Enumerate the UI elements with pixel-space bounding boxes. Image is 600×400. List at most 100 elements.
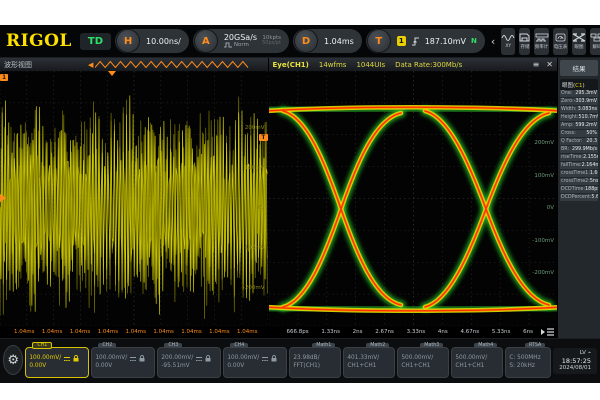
- measurement-row: Cross:50%: [560, 130, 598, 137]
- results-tab-eye-c1[interactable]: 眼图(C1): [560, 79, 598, 90]
- toolbar-decode-button[interactable]: 解码: [590, 28, 600, 55]
- bottom-status-bar: ⚙ CH1 100.00mV/ 0.00V CH2 100.00mV/ 0.00…: [0, 338, 600, 383]
- toolbar-eye-button[interactable]: 眼图: [572, 28, 586, 55]
- eye-diagram-header[interactable]: Eye(CH1) 14wfms 1044UIs Data Rate:300Mb/…: [269, 58, 557, 71]
- rtsa-name: RTSA: [525, 343, 545, 349]
- acquisition-control[interactable]: A 20GSa/s Norm 10kpts 50ps/pt: [193, 29, 289, 53]
- time-axis-label: 1.04ms: [14, 329, 34, 335]
- waveform-graticule: 200mV 100mV 0V -100mV -200mV 1 T: [0, 71, 268, 326]
- measurement-row: BR:299.9Mb/s: [560, 146, 598, 153]
- math-box[interactable]: Math1 23.98dB/ FFT(CH1): [289, 347, 341, 378]
- waveform-view-window: 波形视图 ◀ 200mV 100mV 0V -100mV -200mV 1 T: [0, 58, 269, 338]
- trigger-level-marker[interactable]: T: [259, 134, 267, 141]
- math-scale: 500.00mV/: [455, 355, 487, 362]
- record-strip: ◀: [88, 60, 250, 69]
- math-name: Math4: [474, 343, 497, 349]
- measurement-row: One:295.3mV: [560, 90, 598, 97]
- math-scale: 23.98dB/: [293, 355, 319, 362]
- window-menu-icon[interactable]: ≡: [533, 60, 540, 69]
- channel-scale: 100.00mV/: [227, 355, 259, 362]
- channel-box[interactable]: CH1 100.00mV/ 0.00V: [25, 347, 89, 378]
- channel1-ground-marker[interactable]: [0, 194, 6, 202]
- menu-expand-icon[interactable]: [539, 327, 555, 337]
- trigger-knob[interactable]: T: [367, 29, 391, 53]
- waveform-plot: [0, 71, 268, 326]
- eye-axis-label: 4.67ns: [460, 329, 479, 335]
- time-axis-label: 1.04ms: [209, 329, 229, 335]
- trigger-control[interactable]: T 1 187.10mV N: [366, 29, 485, 53]
- measurement-row: DCDTime:188ps: [560, 186, 598, 193]
- window-close-icon[interactable]: ✕: [546, 60, 553, 69]
- clock-box: LV ⌁ 18:57:25 2024/08/01: [553, 348, 597, 375]
- trigger-level-value: 187.10mV: [425, 37, 466, 46]
- trigger-source-badge: 1: [397, 36, 406, 46]
- measurement-row: Amp:599.2mV: [560, 122, 598, 129]
- eye-waveform-count: 14wfms: [319, 61, 347, 69]
- dc-coupling-icon: [195, 356, 203, 362]
- toolbar-counter-button[interactable]: 频率计: [534, 28, 549, 55]
- eye-axis-label: 3.33ns: [407, 329, 426, 335]
- sample-resolution: 50ps/pt: [262, 41, 281, 47]
- math-name: Math2: [366, 343, 389, 349]
- results-sidebar: 结果 眼图(C1) One:295.3mV Zero:-303.9mV Widt…: [558, 58, 600, 338]
- toolbar-xy-button[interactable]: XY: [501, 28, 515, 55]
- eye-axis-label: 666.8ps: [287, 329, 309, 335]
- delay-control[interactable]: D 1.04ms: [293, 29, 362, 53]
- channel-scale: 100.00mV/: [29, 355, 61, 362]
- record-left-arrow-icon[interactable]: ◀: [88, 61, 93, 69]
- trigger-noise-flag: N: [471, 37, 477, 45]
- eye-plot: [269, 71, 557, 326]
- time-axis-label: 1.04ms: [126, 329, 146, 335]
- xy-waveform-icon: [501, 33, 515, 42]
- channel-scale: 200.00mV/: [161, 355, 193, 362]
- channel-box[interactable]: CH4 100.00mV/ 0.00V: [223, 347, 287, 378]
- acquisition-knob[interactable]: A: [194, 29, 218, 53]
- math-box[interactable]: Math4 500.00mV/ CH1+CH1: [451, 347, 503, 378]
- delay-knob[interactable]: D: [294, 29, 318, 53]
- eye-diagram-icon: [572, 33, 586, 42]
- rigol-logo: RIGOL: [2, 31, 76, 51]
- voltmeter-icon: [555, 33, 566, 42]
- measurement-row: Height:510.7mV: [560, 114, 598, 121]
- math-name: Math1: [312, 343, 335, 349]
- math-box[interactable]: Math3 500.00mV/ CH1+CH1: [397, 347, 449, 378]
- math-box[interactable]: Math2 401.33mV/ CH1+CH1: [343, 347, 395, 378]
- results-title[interactable]: 结果: [560, 60, 598, 76]
- time-axis-label: 1.04ms: [181, 329, 201, 335]
- toolbar-voltmeter-button[interactable]: 电压表: [553, 28, 568, 55]
- main-area: 波形视图 ◀ 200mV 100mV 0V -100mV -200mV 1 T: [0, 58, 600, 338]
- decode-icon: [590, 33, 600, 42]
- eye-ui-count: 1044UIs: [356, 61, 385, 69]
- channel-scale: 100.00mV/: [95, 355, 127, 362]
- channel-box[interactable]: CH2 100.00mV/ 0.00V: [91, 347, 155, 378]
- channel-offset: 0.00V: [227, 363, 244, 370]
- channel-box[interactable]: CH3 200.00mV/ -95.51mV: [157, 347, 221, 378]
- time-axis-label: 1.04ms: [42, 329, 62, 335]
- math-expression: FFT(CH1): [293, 363, 320, 370]
- lock-icon: [73, 355, 79, 362]
- math-boxes: Math1 23.98dB/ FFT(CH1) Math2 401.33mV/ …: [289, 343, 503, 378]
- horizontal-scale-control[interactable]: H 10.00ns/: [115, 29, 189, 53]
- power-plug-icon: ⌁: [588, 350, 591, 356]
- trigger-position-marker[interactable]: [108, 71, 116, 76]
- eye-title: Eye(CH1): [273, 61, 309, 69]
- sample-rate-value: 20GSa/s: [224, 34, 257, 43]
- toolbar-storage-button[interactable]: 存储: [519, 28, 530, 55]
- dc-coupling-icon: [63, 356, 71, 362]
- toolbar-prev-chevron[interactable]: ‹: [489, 35, 497, 48]
- trigger-status-badge[interactable]: TD: [80, 33, 111, 50]
- channel-offset: 0.00V: [95, 363, 112, 370]
- settings-gear-button[interactable]: ⚙: [3, 345, 23, 375]
- horizontal-knob[interactable]: H: [116, 29, 140, 53]
- eye-axis-label: 2.67ns: [375, 329, 394, 335]
- channel1-marker[interactable]: 1: [0, 74, 8, 81]
- math-expression: CH1+CH1: [347, 363, 376, 370]
- rtsa-box[interactable]: RTSA C: 500MHz S: 20kHz: [505, 347, 551, 378]
- time-axis-label: 1.04ms: [98, 329, 118, 335]
- time-axis-label: 1.04ms: [70, 329, 90, 335]
- waveform-view-header[interactable]: 波形视图 ◀: [0, 58, 268, 71]
- dc-coupling-icon: [129, 356, 137, 362]
- measurement-row: Q Factor:20.3: [560, 138, 598, 145]
- measurement-list: One:295.3mV Zero:-303.9mV Width:3.083ns …: [558, 90, 600, 201]
- channel-name: CH1: [32, 342, 52, 350]
